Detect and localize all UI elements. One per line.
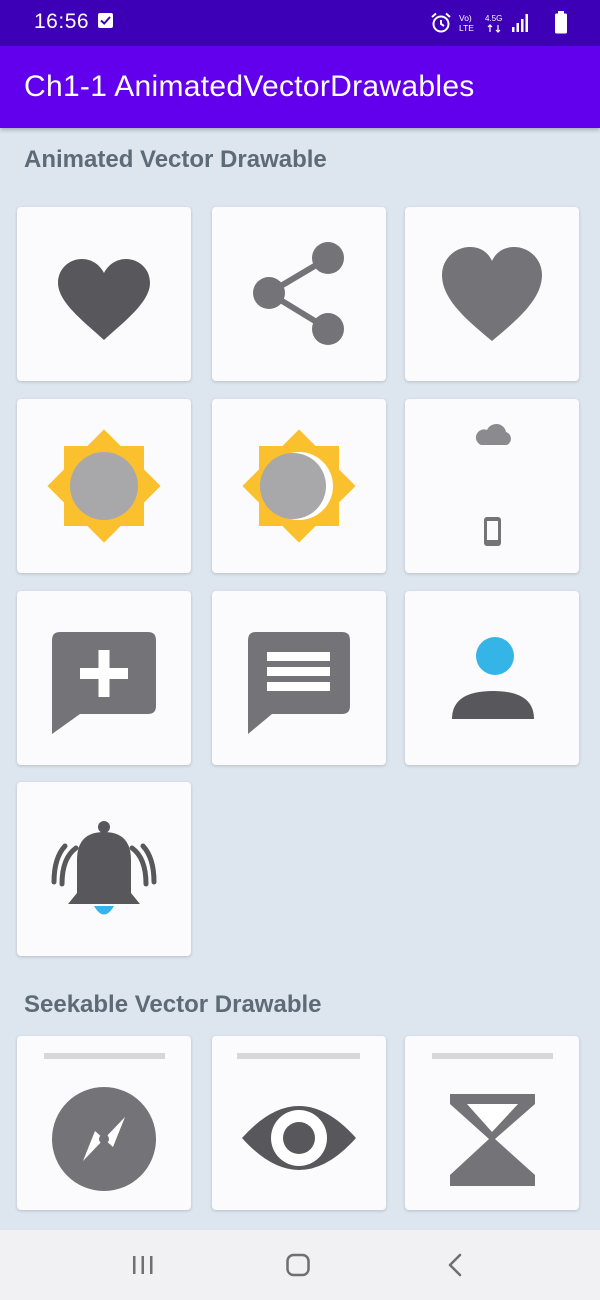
share-icon: [253, 242, 344, 345]
section-title-seekable: Seekable Vector Drawable: [24, 991, 322, 1018]
compass-icon: [44, 1053, 165, 1191]
seek-bar-hourglass[interactable]: [432, 1053, 553, 1059]
4g-icon: 4.5G: [485, 14, 502, 33]
nav-bar: [0, 1230, 600, 1300]
heart-large-icon: [442, 247, 542, 341]
signal-icon: [512, 14, 528, 32]
app-title: Ch1-1 AnimatedVectorDrawables: [24, 70, 475, 103]
card-cloud-phone[interactable]: [405, 399, 579, 573]
eye-icon: [237, 1053, 360, 1170]
hourglass-icon: [432, 1053, 553, 1186]
app-bar: Ch1-1 AnimatedVectorDrawables: [0, 46, 600, 128]
card-sun-moon[interactable]: [212, 399, 386, 573]
card-compass[interactable]: [17, 1036, 191, 1210]
check-icon: [98, 13, 113, 28]
sun-moon-icon: [242, 429, 356, 543]
card-add-comment[interactable]: [17, 591, 191, 765]
svg-text:4.5G: 4.5G: [485, 14, 502, 23]
card-message[interactable]: [212, 591, 386, 765]
svg-text:Vo): Vo): [459, 13, 472, 23]
status-bar: 16:56 Vo) LTE 4.5G: [0, 0, 600, 46]
message-icon: [248, 632, 350, 734]
card-bell[interactable]: [17, 782, 191, 956]
cloud-icon: [475, 423, 511, 445]
seek-bar-eye[interactable]: [237, 1053, 360, 1059]
battery-icon: [555, 11, 567, 34]
back-icon[interactable]: [436, 1250, 476, 1280]
card-eye[interactable]: [212, 1036, 386, 1210]
sun-icon: [47, 429, 161, 543]
svg-text:LTE: LTE: [459, 23, 474, 33]
card-share[interactable]: [212, 207, 386, 381]
status-time: 16:56: [34, 10, 90, 33]
seek-bar-compass[interactable]: [44, 1053, 165, 1059]
person-icon: [452, 637, 534, 719]
home-icon[interactable]: [278, 1250, 318, 1280]
recent-apps-icon[interactable]: [123, 1250, 163, 1280]
heart-filled-icon: [58, 259, 150, 340]
card-sun[interactable]: [17, 399, 191, 573]
section-title-animated: Animated Vector Drawable: [24, 146, 327, 173]
card-heart-large[interactable]: [405, 207, 579, 381]
bell-ringing-icon: [51, 821, 157, 915]
card-heart-filled[interactable]: [17, 207, 191, 381]
phone-icon: [484, 517, 501, 546]
alarm-icon: [431, 12, 451, 33]
card-hourglass[interactable]: [405, 1036, 579, 1210]
card-person[interactable]: [405, 591, 579, 765]
add-comment-icon: [52, 632, 156, 734]
cloud-phone-icon: [475, 423, 511, 546]
volte-icon: Vo) LTE: [459, 13, 474, 33]
